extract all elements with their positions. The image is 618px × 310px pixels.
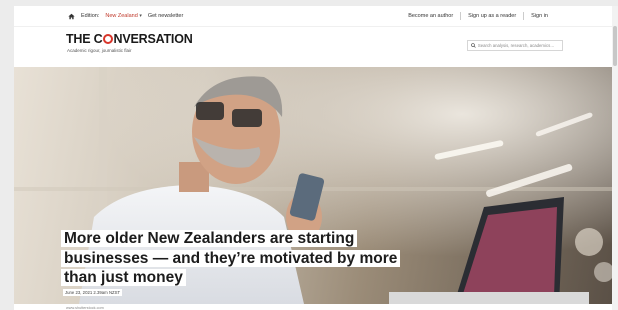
top-utility-bar: Edition: New Zealand ▾ Get newsletter Be… <box>14 6 612 27</box>
edition-selector[interactable]: New Zealand ▾ <box>105 13 141 19</box>
search-box[interactable] <box>467 40 563 51</box>
logo-text-part2: NVERSATION <box>113 32 193 46</box>
logo-o-ring <box>103 34 114 44</box>
topbar-right: Become an author Sign up as a reader Sig… <box>408 12 548 20</box>
article-date: June 23, 2021 2.39am NZST <box>63 289 123 296</box>
chevron-down-icon: ▾ <box>139 13 142 19</box>
home-icon[interactable] <box>68 13 75 20</box>
topbar-left: Edition: New Zealand ▾ Get newsletter <box>68 13 183 20</box>
search-input[interactable] <box>477 43 562 48</box>
sign-up-link[interactable]: Sign up as a reader <box>468 13 516 19</box>
edition-label: Edition: <box>81 13 100 19</box>
newsletter-link[interactable]: Get newsletter <box>148 13 183 19</box>
image-credit: www.shutterstock.com <box>66 306 104 310</box>
headline-container: More older New Zealanders are starting b… <box>61 229 421 288</box>
search-icon[interactable] <box>471 43 476 48</box>
page-scrollbar[interactable] <box>612 6 618 310</box>
become-author-link[interactable]: Become an author <box>408 13 453 19</box>
sign-in-link[interactable]: Sign in <box>531 13 548 19</box>
divider <box>460 12 462 20</box>
article-headline[interactable]: More older New Zealanders are starting b… <box>61 230 401 286</box>
scrollbar-thumb[interactable] <box>613 26 617 66</box>
site-logo[interactable]: THE C NVERSATION <box>66 32 193 46</box>
article-page: Edition: New Zealand ▾ Get newsletter Be… <box>14 6 612 310</box>
divider <box>523 12 525 20</box>
edition-value: New Zealand <box>105 13 138 19</box>
logo-text-part1: THE C <box>66 32 103 46</box>
site-tagline: Academic rigour, journalistic flair <box>67 48 132 53</box>
